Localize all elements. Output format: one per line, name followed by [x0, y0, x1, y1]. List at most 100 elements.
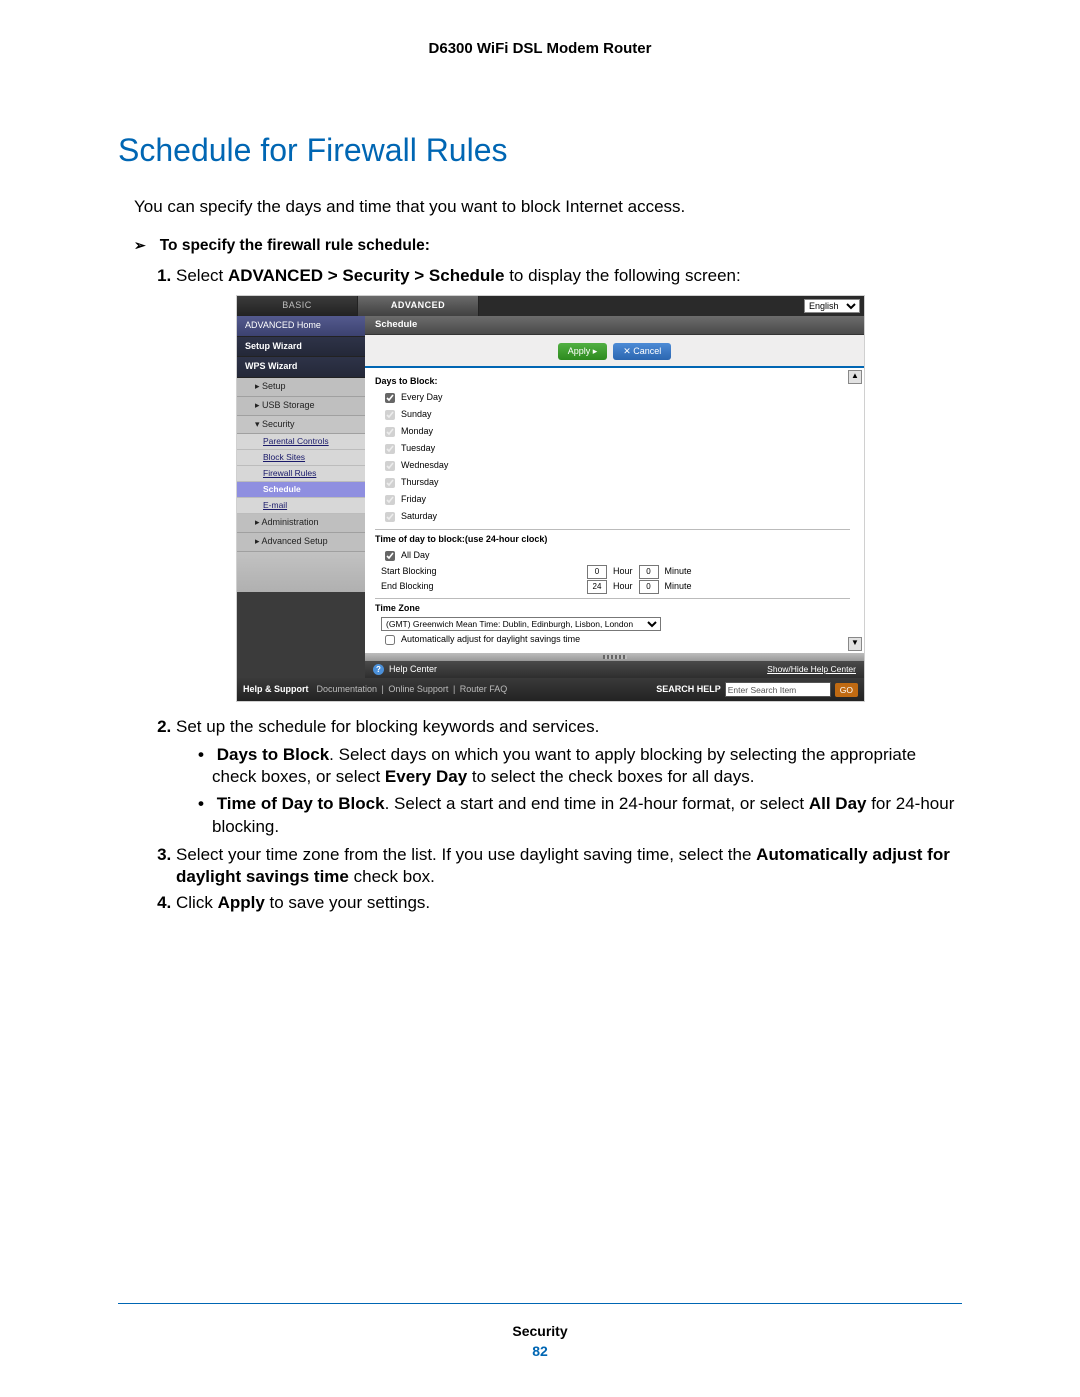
dst-checkbox[interactable]: [385, 635, 395, 645]
sunday-label: Sunday: [401, 409, 432, 421]
section-heading: Schedule for Firewall Rules: [118, 132, 962, 169]
panel-title: Schedule: [365, 316, 864, 335]
days-heading: Days to Block:: [375, 376, 850, 388]
checkbox-friday[interactable]: Friday: [381, 492, 850, 508]
divider-2: [375, 598, 850, 599]
sidebar-administration[interactable]: ▸ Administration: [237, 514, 365, 533]
help-center-label: Help Center: [389, 664, 437, 676]
link-documentation[interactable]: Documentation: [317, 684, 378, 694]
panel-content: ▲ Days to Block: Every Day Sunday Monday…: [365, 368, 864, 652]
timezone-select[interactable]: (GMT) Greenwich Mean Time: Dublin, Edinb…: [381, 617, 661, 631]
sidebar-security[interactable]: ▾ Security: [237, 416, 365, 435]
sidebar-advsetup-label: Advanced Setup: [262, 536, 328, 546]
wednesday-checkbox[interactable]: [385, 461, 395, 471]
checkbox-saturday[interactable]: Saturday: [381, 509, 850, 525]
sidebar-advanced-setup[interactable]: ▸ Advanced Setup: [237, 533, 365, 552]
checkbox-thursday[interactable]: Thursday: [381, 475, 850, 491]
checkbox-sunday[interactable]: Sunday: [381, 407, 850, 423]
minute-label-2: Minute: [665, 581, 692, 593]
thursday-checkbox[interactable]: [385, 478, 395, 488]
resize-grip[interactable]: [365, 653, 864, 661]
end-blocking-row: End Blocking Hour Minute: [381, 580, 850, 594]
screenshot-footer: Help & Support Documentation | Online Su…: [237, 678, 864, 701]
sidebar-wps-wizard[interactable]: WPS Wizard: [237, 357, 365, 378]
start-blocking-label: Start Blocking: [381, 566, 581, 578]
help-icon: ?: [373, 664, 384, 675]
help-center-bar: ? Help Center Show/Hide Help Center: [365, 661, 864, 679]
friday-checkbox[interactable]: [385, 495, 395, 505]
checkbox-monday[interactable]: Monday: [381, 424, 850, 440]
sidebar-usb-storage[interactable]: ▸ USB Storage: [237, 397, 365, 416]
step-3: Select your time zone from the list. If …: [176, 844, 962, 888]
page-footer: Security 82: [0, 1323, 1080, 1359]
page-rule: [118, 1303, 962, 1304]
dst-row[interactable]: Automatically adjust for daylight saving…: [381, 632, 850, 648]
sidebar-block-sites[interactable]: Block Sites: [237, 450, 365, 466]
end-minute-input[interactable]: [639, 580, 659, 594]
scroll-down-icon[interactable]: ▼: [848, 637, 862, 651]
start-hour-input[interactable]: [587, 565, 607, 579]
sunday-checkbox[interactable]: [385, 410, 395, 420]
sidebar-firewall-rules[interactable]: Firewall Rules: [237, 466, 365, 482]
tab-basic[interactable]: BASIC: [237, 296, 358, 316]
tab-advanced[interactable]: ADVANCED: [358, 296, 479, 316]
device-title: D6300 WiFi DSL Modem Router: [118, 40, 962, 57]
time-of-day-term: Time of Day to Block: [217, 794, 385, 813]
panel-action-bar: Apply ▸ ✕ Cancel: [365, 335, 864, 368]
sidebar-advanced-home[interactable]: ADVANCED Home: [237, 316, 365, 337]
checkbox-wednesday[interactable]: Wednesday: [381, 458, 850, 474]
sidebar-parental-controls[interactable]: Parental Controls: [237, 434, 365, 450]
step-4: Click Apply to save your settings.: [176, 892, 962, 914]
checkbox-all-day[interactable]: All Day: [381, 548, 850, 564]
search-help-input[interactable]: [725, 682, 831, 697]
monday-label: Monday: [401, 426, 433, 438]
all-day-checkbox[interactable]: [385, 551, 395, 561]
steps-list: Select ADVANCED > Security > Schedule to…: [142, 265, 962, 914]
checkbox-tuesday[interactable]: Tuesday: [381, 441, 850, 457]
tz-row: (GMT) Greenwich Mean Time: Dublin, Edinb…: [381, 617, 850, 631]
scroll-up-icon[interactable]: ▲: [848, 370, 862, 384]
divider: [375, 529, 850, 530]
every-day-checkbox[interactable]: [385, 393, 395, 403]
step-1-path: ADVANCED > Security > Schedule: [228, 266, 505, 285]
start-blocking-row: Start Blocking Hour Minute: [381, 565, 850, 579]
arrow-icon: ➢: [134, 237, 146, 254]
top-tab-bar: BASIC ADVANCED English: [237, 296, 864, 316]
minute-label: Minute: [665, 566, 692, 578]
show-hide-help-link[interactable]: Show/Hide Help Center: [767, 664, 856, 675]
step-1-text-a: Select: [176, 266, 228, 285]
step-2-text: Set up the schedule for blocking keyword…: [176, 717, 599, 736]
apply-button[interactable]: Apply ▸: [558, 343, 608, 360]
all-day-label: All Day: [401, 550, 430, 562]
footer-links: Documentation | Online Support | Router …: [315, 684, 510, 696]
link-router-faq[interactable]: Router FAQ: [460, 684, 508, 694]
cancel-button[interactable]: ✕ Cancel: [613, 343, 671, 360]
step-2a-text2: to select the check boxes for all days.: [467, 767, 754, 786]
sidebar-schedule[interactable]: Schedule: [237, 482, 365, 498]
sidebar-usb-label: USB Storage: [262, 400, 315, 410]
sidebar-email[interactable]: E-mail: [237, 498, 365, 514]
link-online-support[interactable]: Online Support: [388, 684, 448, 694]
tuesday-checkbox[interactable]: [385, 444, 395, 454]
sidebar: ADVANCED Home Setup Wizard WPS Wizard ▸ …: [237, 316, 365, 678]
saturday-checkbox[interactable]: [385, 512, 395, 522]
language-selector[interactable]: English: [804, 296, 864, 316]
footer-page-number: 82: [0, 1343, 1080, 1359]
monday-checkbox[interactable]: [385, 427, 395, 437]
step-4-text1: Click: [176, 893, 218, 912]
every-day-label: Every Day: [401, 392, 443, 404]
sidebar-setup-wizard[interactable]: Setup Wizard: [237, 337, 365, 358]
procedure-heading-text: To specify the firewall rule schedule:: [160, 237, 430, 255]
checkbox-every-day[interactable]: Every Day: [381, 390, 850, 406]
language-select[interactable]: English: [804, 299, 860, 313]
step-2a: Days to Block. Select days on which you …: [198, 744, 962, 788]
wednesday-label: Wednesday: [401, 460, 448, 472]
every-day-term: Every Day: [385, 767, 467, 786]
router-screenshot: BASIC ADVANCED English ADVANCED Home Set…: [236, 295, 865, 702]
step-3-text1: Select your time zone from the list. If …: [176, 845, 756, 864]
step-3-text2: check box.: [349, 867, 435, 886]
go-button[interactable]: GO: [835, 683, 858, 697]
start-minute-input[interactable]: [639, 565, 659, 579]
end-hour-input[interactable]: [587, 580, 607, 594]
sidebar-setup[interactable]: ▸ Setup: [237, 378, 365, 397]
